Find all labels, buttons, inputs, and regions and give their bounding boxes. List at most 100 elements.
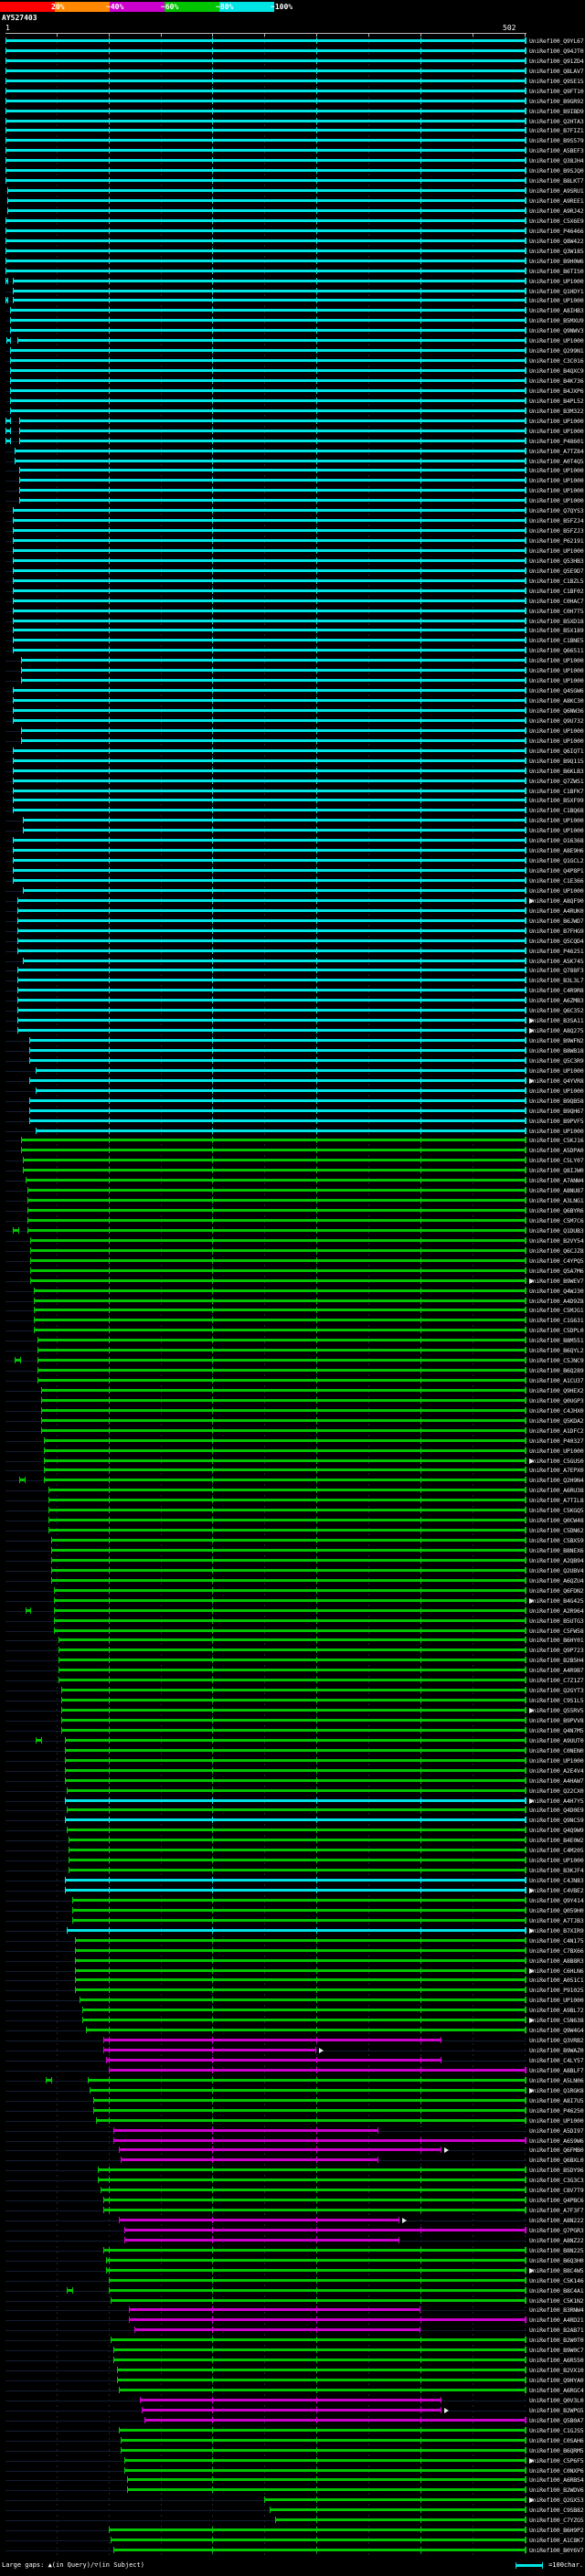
hit-bar[interactable] — [12, 527, 526, 535]
hit-label[interactable]: UniRef100_Q22CX0 — [529, 1787, 584, 1796]
hit-bar[interactable] — [12, 647, 526, 654]
hit-bar[interactable] — [5, 237, 526, 244]
hit-bar[interactable] — [9, 407, 526, 414]
hit-label[interactable]: UniRef100_Q4N7M5 — [529, 1727, 584, 1735]
hit-bar[interactable] — [102, 2037, 441, 2044]
hit-label[interactable]: UniRef100_C0HAC7 — [529, 598, 584, 606]
hit-label[interactable]: UniRef100_B9W0C7 — [529, 2347, 584, 2355]
hit-bar[interactable] — [5, 77, 526, 84]
hit-label[interactable]: UniRef100_B4G425 — [529, 1597, 584, 1606]
hit-bar[interactable] — [40, 1426, 526, 1434]
hit-bar[interactable] — [29, 1076, 526, 1084]
hit-bar[interactable] — [92, 2106, 526, 2114]
hit-label[interactable]: UniRef100_B9Q115 — [529, 758, 584, 766]
hit-bar[interactable] — [119, 2147, 441, 2154]
hit-label[interactable]: UniRef100_Q5A7M6 — [529, 1267, 584, 1276]
hit-label[interactable]: UniRef100_B0Y6V7 — [529, 2547, 584, 2555]
hit-bar[interactable] — [18, 467, 526, 474]
hit-label[interactable]: UniRef100_UP1000... — [529, 657, 584, 665]
hit-label[interactable]: UniRef100_B6TIS0 — [529, 268, 584, 276]
hit-label[interactable]: UniRef100_Q9P723 — [529, 1647, 584, 1655]
hit-bar[interactable] — [12, 837, 526, 844]
hit-label[interactable]: UniRef100_C5BX59 — [529, 1537, 584, 1545]
hit-bar[interactable] — [5, 67, 526, 74]
hit-fragment-bar[interactable] — [46, 2076, 53, 2083]
hit-bar[interactable] — [23, 886, 526, 894]
hit-bar[interactable] — [40, 1406, 526, 1414]
hit-label[interactable]: UniRef100_A0S1C1 — [529, 1977, 584, 1985]
hit-label[interactable]: UniRef100_Q6FDN2 — [529, 1587, 584, 1595]
hit-label[interactable]: UniRef100_UP1000... — [529, 827, 584, 835]
hit-label[interactable]: UniRef100_C5P6F5 — [529, 2457, 584, 2465]
hit-bar[interactable] — [48, 1487, 526, 1494]
hit-bar[interactable] — [12, 687, 526, 694]
hit-label[interactable]: UniRef100_Q1RGK8 — [529, 2087, 584, 2095]
hit-label[interactable]: UniRef100_C1BF02 — [529, 588, 584, 596]
hit-bar[interactable] — [12, 507, 526, 514]
hit-bar[interactable] — [33, 1297, 526, 1304]
hit-label[interactable]: UniRef100_P40327 — [529, 1437, 584, 1446]
hit-bar[interactable] — [113, 2547, 526, 2554]
hit-label[interactable]: UniRef100_A6RBS4 — [529, 2476, 584, 2485]
hit-bar[interactable] — [21, 667, 526, 674]
hit-bar[interactable] — [95, 2116, 526, 2124]
hit-label[interactable]: UniRef100_Q1DUB3 — [529, 1227, 584, 1235]
hit-bar[interactable] — [16, 1027, 526, 1034]
hit-bar[interactable] — [61, 1726, 526, 1733]
hit-label[interactable]: UniRef100_UP1000... — [529, 667, 584, 675]
hit-label[interactable]: UniRef100_C3G3C3 — [529, 2177, 584, 2185]
hit-bar[interactable] — [12, 607, 526, 614]
hit-label[interactable]: UniRef100_B8N225 — [529, 2247, 584, 2255]
hit-label[interactable]: UniRef100_A8NU87 — [529, 1187, 584, 1195]
hit-label[interactable]: UniRef100_B8C4A1 — [529, 2287, 584, 2295]
hit-label[interactable]: UniRef100_Q2UBV4 — [529, 1567, 584, 1575]
hit-bar[interactable] — [44, 1477, 526, 1484]
hit-bar[interactable] — [18, 417, 526, 424]
hit-fragment-bar[interactable] — [5, 297, 9, 304]
hit-bar[interactable] — [119, 2426, 526, 2433]
hit-bar[interactable] — [75, 1946, 526, 1954]
hit-bar[interactable] — [16, 977, 526, 984]
hit-bar[interactable] — [110, 2296, 526, 2304]
hit-bar[interactable] — [113, 2357, 526, 2364]
hit-label[interactable]: UniRef100_A3LNG1 — [529, 1197, 584, 1205]
hit-bar[interactable] — [16, 967, 526, 974]
hit-label[interactable]: UniRef100_A5DPA0 — [529, 1147, 584, 1155]
hit-bar[interactable] — [35, 1087, 526, 1094]
hit-bar[interactable] — [16, 987, 526, 994]
hit-bar[interactable] — [98, 2177, 526, 2184]
hit-label[interactable]: UniRef100_Q6IQT1 — [529, 747, 584, 756]
hit-label[interactable]: UniRef100_Q6FMB0 — [529, 2147, 584, 2155]
hit-label[interactable]: UniRef100_B3RNW4 — [529, 2306, 584, 2315]
hit-label[interactable]: UniRef100_UP1000... — [529, 1757, 584, 1765]
hit-label[interactable]: UniRef100_C4LY57 — [529, 2057, 584, 2065]
hit-fragment-bar[interactable] — [5, 427, 11, 434]
hit-bar[interactable] — [51, 1566, 526, 1574]
hit-bar[interactable] — [61, 1687, 526, 1694]
hit-bar[interactable] — [12, 546, 526, 554]
hit-label[interactable]: UniRef100_B3KJF4 — [529, 1867, 584, 1875]
hit-label[interactable]: UniRef100_UP1000... — [529, 428, 584, 436]
hit-label[interactable]: UniRef100_B6KLB3 — [529, 768, 584, 776]
hit-bar[interactable] — [12, 716, 526, 724]
hit-label[interactable]: UniRef100_C5KJ16 — [529, 1137, 584, 1145]
hit-bar[interactable] — [121, 2446, 526, 2454]
hit-label[interactable]: UniRef100_B3L3L7 — [529, 977, 584, 985]
hit-label[interactable]: UniRef100_C5JNC9 — [529, 1357, 584, 1365]
hit-bar[interactable] — [12, 707, 526, 714]
hit-bar[interactable] — [18, 487, 526, 494]
hit-bar[interactable] — [27, 1207, 526, 1214]
hit-bar[interactable] — [12, 877, 526, 884]
hit-bar[interactable] — [5, 127, 526, 134]
hit-label[interactable]: UniRef100_A7F3F7 — [529, 2207, 584, 2215]
hit-label[interactable]: UniRef100_Q9U732 — [529, 717, 584, 726]
hit-label[interactable]: UniRef100_C0H7T5 — [529, 608, 584, 616]
hit-label[interactable]: UniRef100_P46250 — [529, 2107, 584, 2115]
hit-label[interactable]: UniRef100_Q9YL67 — [529, 37, 584, 46]
hit-bar[interactable] — [48, 1507, 526, 1514]
hit-bar[interactable] — [67, 1827, 526, 1834]
hit-bar[interactable] — [67, 1926, 526, 1934]
hit-label[interactable]: UniRef100_Q8IJW0 — [529, 1167, 584, 1175]
hit-label[interactable]: UniRef100_A4D9Z8 — [529, 1298, 584, 1306]
hit-bar[interactable] — [71, 1906, 526, 1913]
